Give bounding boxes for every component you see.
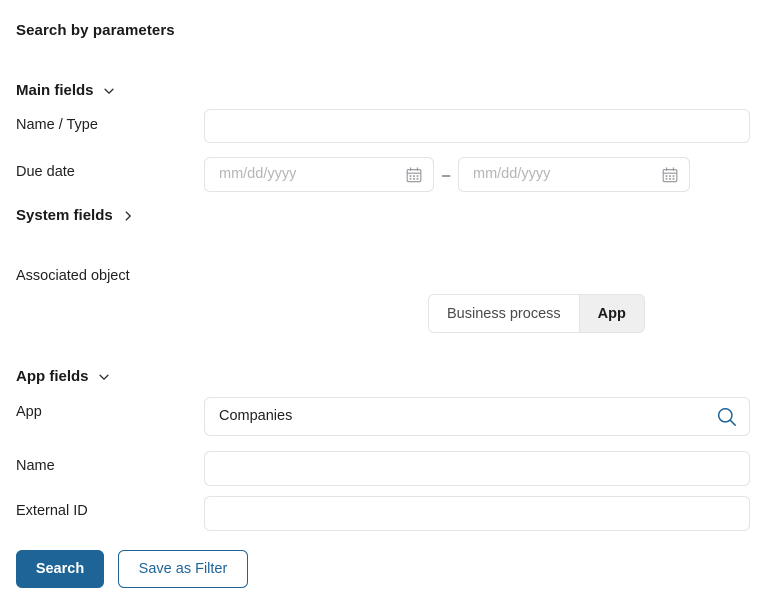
due-date-to-field[interactable]: mm/dd/yyyy [458, 157, 690, 192]
external-id-input[interactable] [204, 496, 750, 531]
calendar-icon[interactable] [661, 166, 679, 184]
label-app: App [16, 404, 42, 420]
toggle-option-business-process[interactable]: Business process [429, 295, 579, 332]
app-lookup-value: Companies [219, 409, 293, 424]
save-as-filter-button[interactable]: Save as Filter [118, 550, 248, 588]
label-associated-object: Associated object [16, 268, 130, 284]
search-icon[interactable] [715, 405, 739, 429]
section-label-app-fields: App fields [16, 368, 89, 385]
section-label-main-fields: Main fields [16, 82, 94, 99]
label-external-id: External ID [16, 503, 88, 519]
search-by-parameters-panel: Search by parameters Main fields Name / … [0, 0, 758, 602]
page-title: Search by parameters [16, 22, 175, 39]
due-date-to-placeholder: mm/dd/yyyy [473, 166, 551, 183]
label-name-type: Name / Type [16, 117, 98, 133]
search-button[interactable]: Search [16, 550, 104, 588]
chevron-down-icon [102, 84, 116, 98]
label-app-name: Name [16, 458, 55, 474]
app-lookup-field[interactable]: Companies [204, 397, 750, 436]
name-type-input[interactable] [204, 109, 750, 143]
chevron-down-icon [97, 370, 111, 384]
section-header-app-fields[interactable]: App fields [16, 368, 111, 385]
toggle-option-app[interactable]: App [578, 295, 644, 332]
section-label-system-fields: System fields [16, 207, 113, 224]
chevron-right-icon [121, 209, 135, 223]
calendar-icon[interactable] [405, 166, 423, 184]
label-due-date: Due date [16, 164, 75, 180]
section-header-main-fields[interactable]: Main fields [16, 82, 116, 99]
due-date-from-placeholder: mm/dd/yyyy [219, 166, 297, 183]
app-name-input[interactable] [204, 451, 750, 486]
section-header-system-fields[interactable]: System fields [16, 207, 135, 224]
due-date-from-field[interactable]: mm/dd/yyyy [204, 157, 434, 192]
associated-object-toggle-group: Business process App [428, 294, 645, 333]
due-date-range-separator: – [442, 167, 451, 184]
